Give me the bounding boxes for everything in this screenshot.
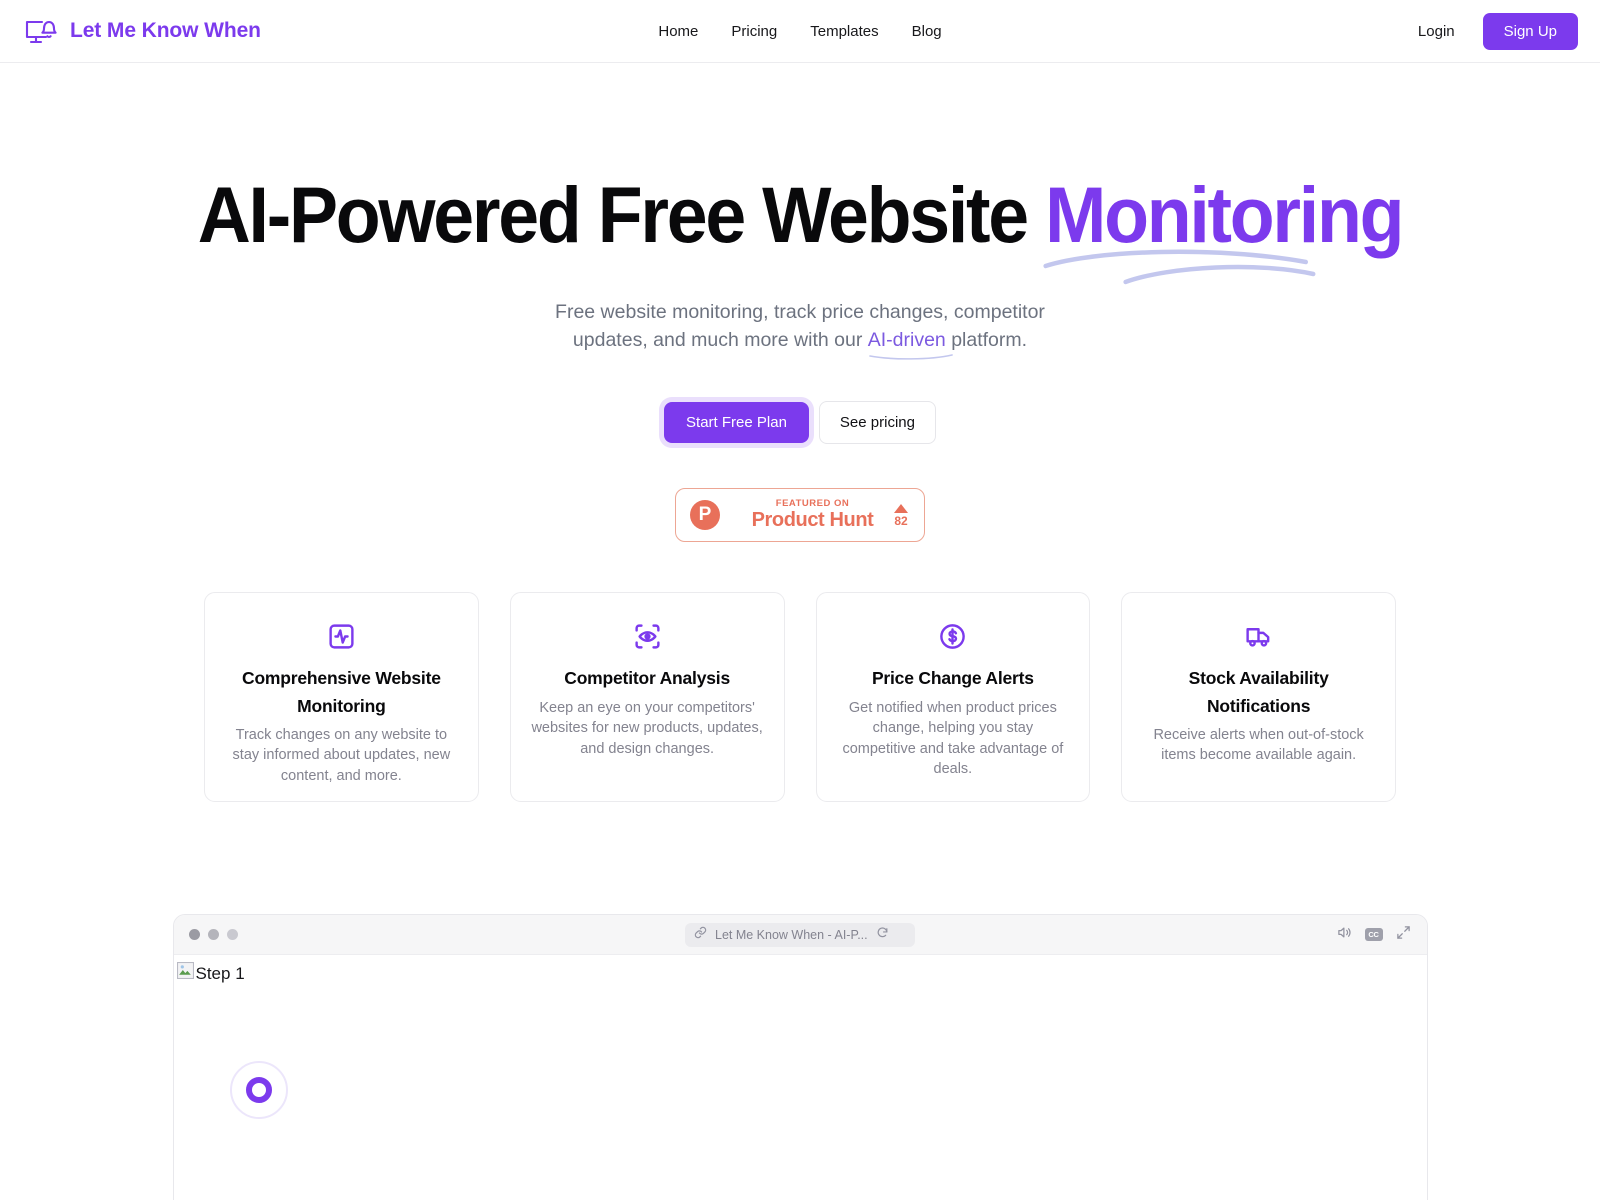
closed-caption-icon[interactable]: CC <box>1364 928 1383 942</box>
circle-dollar-sign-icon <box>837 622 1070 652</box>
feature-card-title: Comprehensive Website Monitoring <box>242 668 441 716</box>
scan-eye-icon <box>531 622 764 652</box>
broken-image-icon <box>176 962 194 984</box>
small-underline-swoosh-decoration <box>868 354 953 361</box>
maximize-dot-icon[interactable] <box>226 929 238 941</box>
monitor-bell-icon <box>20 13 60 49</box>
feature-card-title: Price Change Alerts <box>871 668 1034 689</box>
product-hunt-badge[interactable]: P FEATURED ON Product Hunt 82 <box>675 488 925 543</box>
broken-image-alt-text: Step 1 <box>195 963 245 983</box>
loading-spinner-ring <box>245 1077 272 1104</box>
feature-card-desc: Receive alerts when out-of-stock items b… <box>1153 726 1364 764</box>
minimize-dot-icon[interactable] <box>207 929 219 941</box>
window-control-dots <box>188 929 238 941</box>
product-hunt-featured-label: FEATURED ON <box>775 497 850 509</box>
signup-button[interactable]: Sign Up <box>1482 12 1578 50</box>
broken-image-placeholder: Step 1 <box>176 962 245 984</box>
activity-pulse-icon <box>225 622 458 652</box>
feature-card: Price Change Alerts Get notified when pr… <box>815 592 1091 803</box>
browser-chrome-bar: Let Me Know When - AI-P... CC <box>173 915 1427 956</box>
hero-title-highlight-wrap: Monitoring <box>1043 175 1404 285</box>
reload-icon[interactable] <box>876 926 889 944</box>
truck-icon <box>1142 622 1375 652</box>
login-link[interactable]: Login <box>1418 23 1455 40</box>
product-hunt-name: Product Hunt <box>751 509 874 532</box>
hero-title-plain: AI-Powered Free Website <box>197 170 1046 259</box>
hero-section: AI-Powered Free Website Monitoring Free … <box>0 63 1600 543</box>
see-pricing-button[interactable]: See pricing <box>818 401 936 445</box>
page-title: AI-Powered Free Website Monitoring <box>56 175 1544 285</box>
feature-card-desc: Get notified when product prices change,… <box>842 699 1064 778</box>
feature-card: Stock Availability Notifications Receive… <box>1121 592 1396 803</box>
brand-name: Let Me Know When <box>70 19 261 42</box>
hero-subtitle-highlight: AI-driven <box>867 328 946 351</box>
start-free-plan-button[interactable]: Start Free Plan <box>664 402 809 444</box>
hero-subtitle: Free website monitoring, track price cha… <box>520 299 1080 361</box>
feature-card: Competitor Analysis Keep an eye on your … <box>509 592 785 803</box>
main-nav: Home Pricing Templates Blog <box>658 23 941 40</box>
link-icon <box>694 926 707 944</box>
nav-link-home[interactable]: Home <box>658 23 698 40</box>
feature-card-title: Competitor Analysis <box>564 668 730 689</box>
address-bar[interactable]: Let Me Know When - AI-P... <box>685 922 915 947</box>
hero-subtitle-part2: platform. <box>945 328 1028 351</box>
browser-viewport: Step 1 <box>173 955 1427 1200</box>
feature-card-title: Stock Availability Notifications <box>1188 668 1329 716</box>
close-dot-icon[interactable] <box>188 929 200 941</box>
brand-logo-link[interactable]: Let Me Know When <box>20 13 261 49</box>
nav-link-templates[interactable]: Templates <box>810 23 878 40</box>
feature-cards-grid: Comprehensive Website Monitoring Track c… <box>204 592 1396 803</box>
nav-link-pricing[interactable]: Pricing <box>731 23 777 40</box>
feature-card-desc: Keep an eye on your competitors' website… <box>531 699 763 757</box>
loading-spinner <box>229 1061 288 1120</box>
product-hunt-logo-icon: P <box>690 500 720 531</box>
nav-link-blog[interactable]: Blog <box>912 23 942 40</box>
feature-card: Comprehensive Website Monitoring Track c… <box>204 592 479 803</box>
product-hunt-upvote-count: 82 <box>894 513 908 528</box>
hero-title-highlight: Monitoring <box>1045 170 1404 259</box>
upvote-triangle-icon <box>894 503 908 513</box>
header-actions: Login Sign Up <box>1418 12 1578 50</box>
site-header: Let Me Know When Home Pricing Templates … <box>0 0 1600 63</box>
media-controls: CC <box>1337 925 1411 945</box>
volume-icon[interactable] <box>1337 925 1352 945</box>
product-hunt-votes: 82 <box>894 503 910 528</box>
browser-mockup: Let Me Know When - AI-P... CC Step 1 <box>172 914 1428 1200</box>
address-bar-text: Let Me Know When - AI-P... <box>715 927 868 942</box>
fullscreen-icon[interactable] <box>1396 925 1411 945</box>
hero-subtitle-highlight-wrap: AI-driven <box>867 327 953 361</box>
product-hunt-text: FEATURED ON Product Hunt <box>731 497 894 532</box>
hero-cta-row: Start Free Plan See pricing <box>0 401 1600 445</box>
feature-card-desc: Track changes on any website to stay inf… <box>232 726 451 784</box>
product-hunt-wrap: P FEATURED ON Product Hunt 82 <box>0 488 1600 543</box>
